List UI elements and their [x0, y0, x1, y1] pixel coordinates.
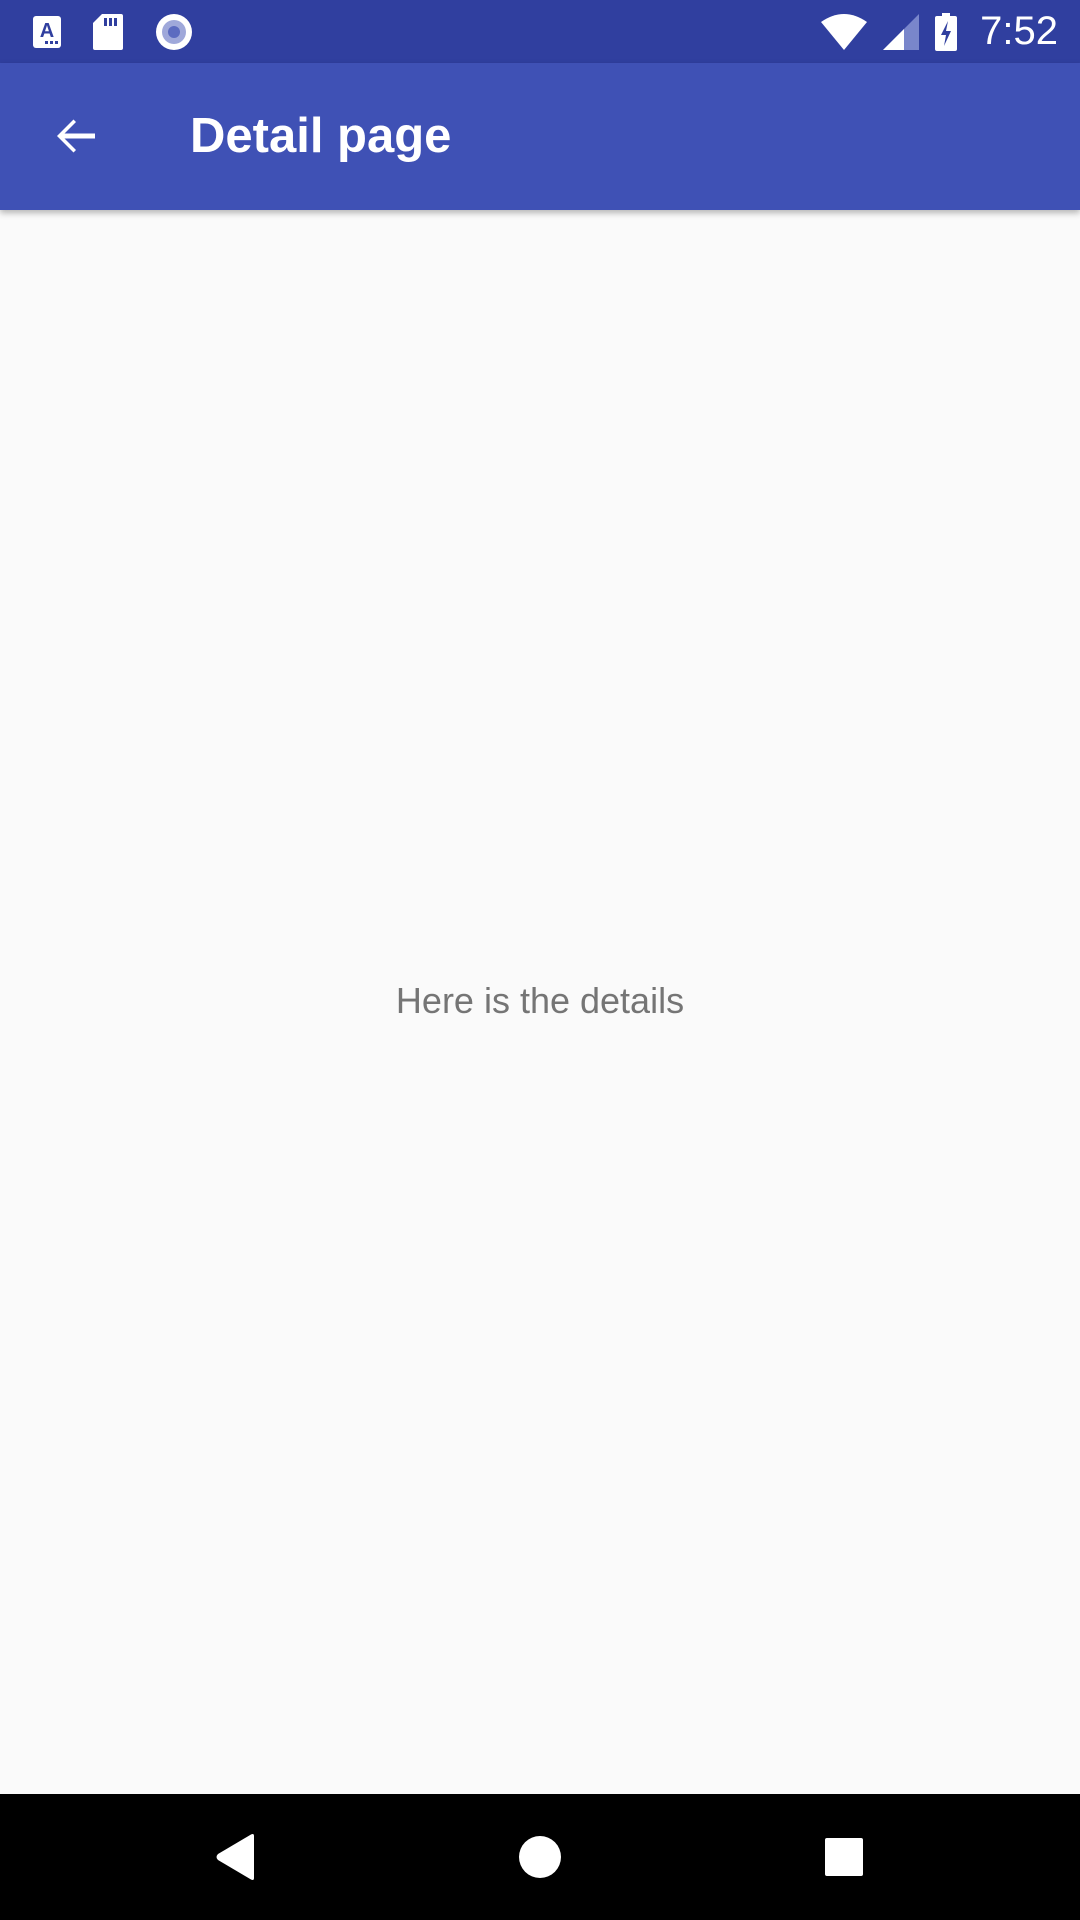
status-system-icons: 7:52	[820, 0, 1058, 63]
app-bar: Detail page	[0, 63, 1080, 210]
navigation-bar	[0, 1794, 1080, 1920]
status-notification-icons: A	[32, 0, 194, 63]
status-time: 7:52	[980, 9, 1058, 53]
nav-recents-button[interactable]	[799, 1812, 889, 1902]
arrow-back-icon	[57, 119, 95, 153]
font-a-icon: A	[33, 15, 61, 48]
svg-text:A: A	[40, 20, 54, 42]
nav-back-icon	[216, 1834, 254, 1880]
page-title: Detail page	[190, 109, 452, 163]
status-bar: A 7:52	[0, 0, 1080, 63]
details-message: Here is the details	[395, 980, 685, 1021]
wifi-icon	[821, 13, 868, 50]
back-button[interactable]	[30, 91, 120, 181]
nav-home-button[interactable]	[495, 1812, 585, 1902]
record-icon	[156, 13, 192, 50]
battery-charging-icon	[935, 12, 958, 51]
sd-card-icon	[93, 13, 123, 50]
cell-signal-icon	[883, 13, 920, 50]
screen: A 7:52 Detail page Here is the details	[0, 0, 1080, 1920]
content-area: Here is the details	[0, 210, 1080, 1794]
nav-recents-icon	[825, 1838, 863, 1876]
nav-home-icon	[519, 1836, 561, 1878]
nav-back-button[interactable]	[191, 1812, 281, 1902]
